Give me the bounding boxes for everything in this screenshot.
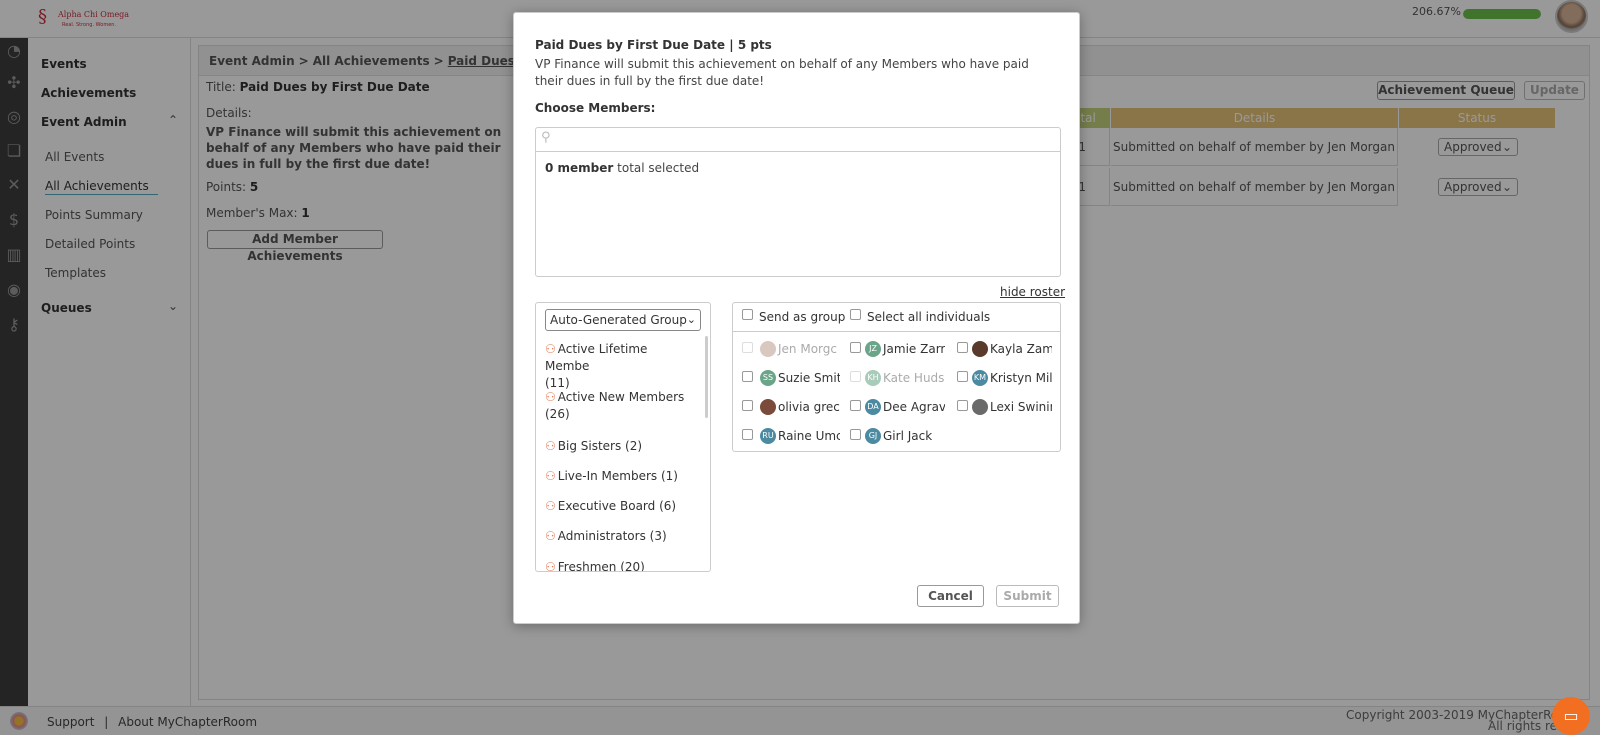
- member-name: Suzie Smith: [778, 371, 840, 385]
- list-item[interactable]: ⚇ Live-In Members (1): [545, 468, 695, 485]
- select-all-checkbox[interactable]: [850, 309, 861, 320]
- member-option[interactable]: SS Suzie Smith: [760, 370, 840, 388]
- group-icon: ⚇: [545, 560, 556, 572]
- avatar: KH: [865, 370, 881, 386]
- cancel-button[interactable]: Cancel: [917, 585, 984, 607]
- group-icon: ⚇: [545, 390, 556, 404]
- avatar: [760, 341, 776, 357]
- member-checkbox[interactable]: [957, 371, 968, 382]
- selected-members-box: ⚲ 0 member total selected: [535, 127, 1061, 277]
- search-icon: ⚲: [541, 130, 551, 145]
- member-option[interactable]: DA Dee Agrav: [865, 399, 945, 417]
- member-name: Dee Agrav: [883, 400, 945, 414]
- member-name: Raine Umc: [778, 429, 840, 443]
- group-list-box: Auto-Generated Group ⌄ ⚇ Active Lifetime …: [535, 302, 711, 572]
- avatar: [760, 399, 776, 415]
- member-name: Kayla Zam: [990, 342, 1052, 356]
- member-name: Girl Jack: [883, 429, 933, 443]
- member-name: Lexi Swinin: [990, 400, 1052, 414]
- list-item[interactable]: ⚇ Freshmen (20): [545, 559, 695, 572]
- group-icon: ⚇: [545, 499, 556, 513]
- send-as-group-checkbox[interactable]: [742, 309, 753, 320]
- submit-button[interactable]: Submit: [996, 585, 1059, 607]
- avatar: JZ: [865, 341, 881, 357]
- group-icon: ⚇: [545, 529, 556, 543]
- member-checkbox[interactable]: [742, 400, 753, 411]
- member-checkbox[interactable]: [850, 342, 861, 353]
- group-name: Big Sisters (2): [557, 439, 643, 453]
- member-option[interactable]: RU Raine Umc: [760, 428, 840, 446]
- send-as-group-label: Send as group: [759, 310, 846, 324]
- group-list-scrollbar[interactable]: [705, 336, 708, 418]
- modal-title-sep: |: [729, 38, 734, 52]
- choose-members-label: Choose Members:: [535, 101, 656, 115]
- member-name: olivia grec: [778, 400, 840, 414]
- group-name: Administrators (3): [557, 529, 667, 543]
- select-all-label: Select all individuals: [867, 310, 991, 324]
- modal-points: 5 pts: [737, 38, 772, 52]
- member-name: Jen Morgc: [778, 342, 837, 356]
- avatar: DA: [865, 399, 881, 415]
- member-checkbox[interactable]: [957, 400, 968, 411]
- group-count: (11): [545, 376, 570, 390]
- member-checkbox[interactable]: [850, 429, 861, 440]
- member-option: KH Kate Huds: [865, 370, 945, 388]
- group-name: Freshmen (20): [557, 560, 645, 572]
- member-option[interactable]: Lexi Swinin: [972, 399, 1052, 417]
- modal-description: VP Finance will submit this achievement …: [535, 57, 1029, 88]
- member-checkbox: [850, 371, 861, 382]
- group-type-value: Auto-Generated Group: [550, 313, 687, 327]
- member-name: Jamie Zarr: [883, 342, 945, 356]
- member-option: Jen Morgc: [760, 341, 840, 359]
- modal-title-text: Paid Dues by First Due Date: [535, 38, 726, 52]
- group-name: Active Lifetime Membe: [545, 342, 648, 373]
- group-icon: ⚇: [545, 342, 556, 356]
- list-item[interactable]: ⚇ Active New Members (26): [545, 389, 695, 423]
- avatar: SS: [760, 370, 776, 386]
- member-checkbox[interactable]: [742, 371, 753, 382]
- member-name: Kristyn Mille: [990, 371, 1052, 385]
- member-roster-box: Send as group Select all individuals Jen…: [732, 302, 1061, 452]
- list-item[interactable]: ⚇ Administrators (3): [545, 528, 695, 545]
- chevron-down-icon: ⌄: [686, 313, 696, 326]
- list-item[interactable]: ⚇ Big Sisters (2): [545, 438, 695, 455]
- group-icon: ⚇: [545, 439, 556, 453]
- member-name: Kate Huds: [883, 371, 945, 385]
- add-achievement-modal: Paid Dues by First Due Date | 5 pts VP F…: [513, 12, 1080, 624]
- member-search-input[interactable]: ⚲: [536, 128, 1060, 152]
- member-option[interactable]: olivia grec: [760, 399, 840, 417]
- avatar: [972, 399, 988, 415]
- member-checkbox[interactable]: [742, 429, 753, 440]
- modal-title: Paid Dues by First Due Date | 5 pts: [535, 38, 772, 52]
- group-name: Executive Board (6): [557, 499, 677, 513]
- member-checkbox[interactable]: [850, 400, 861, 411]
- member-option[interactable]: KM Kristyn Mille: [972, 370, 1052, 388]
- avatar: [972, 341, 988, 357]
- avatar: KM: [972, 370, 988, 386]
- member-option[interactable]: JZ Jamie Zarr: [865, 341, 945, 359]
- group-type-select[interactable]: Auto-Generated Group ⌄: [545, 309, 701, 331]
- member-checkbox[interactable]: [957, 342, 968, 353]
- member-option[interactable]: Kayla Zam: [972, 341, 1052, 359]
- member-checkbox: [742, 342, 753, 353]
- roster-header: Send as group Select all individuals: [733, 303, 1060, 332]
- group-name: Active New Members: [557, 390, 685, 404]
- selected-count-number: 0 member: [545, 161, 614, 175]
- group-count: (26): [545, 407, 570, 421]
- selected-count: 0 member total selected: [545, 161, 699, 175]
- group-name: Live-In Members (1): [557, 469, 678, 483]
- avatar: RU: [760, 428, 776, 444]
- avatar: GJ: [865, 428, 881, 444]
- group-icon: ⚇: [545, 469, 556, 483]
- hide-roster-link[interactable]: hide roster: [1000, 285, 1065, 299]
- list-item[interactable]: ⚇ Executive Board (6): [545, 498, 695, 515]
- selected-count-label: total selected: [617, 161, 700, 175]
- chat-icon[interactable]: ▭: [1552, 697, 1590, 735]
- member-option[interactable]: GJ Girl Jack: [865, 428, 945, 446]
- list-item[interactable]: ⚇ Active Lifetime Membe (11): [545, 341, 695, 392]
